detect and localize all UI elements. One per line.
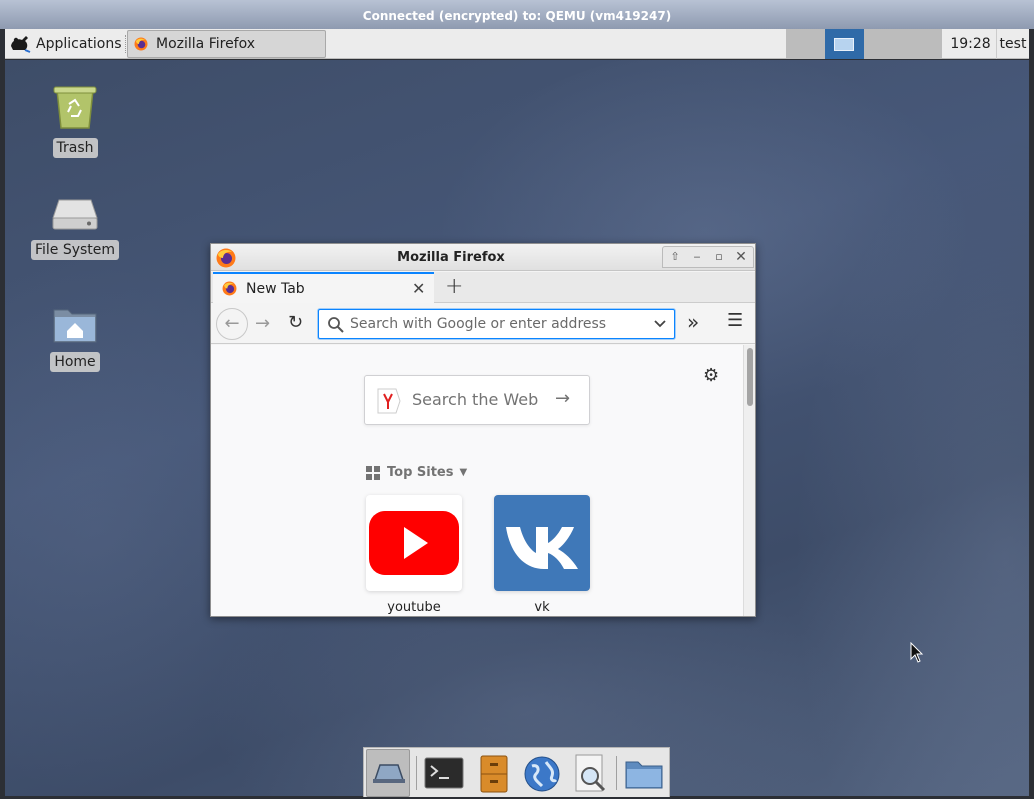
tab-bar: New Tab ✕ + (211, 272, 755, 303)
workspace-2-button[interactable] (825, 29, 864, 59)
scrollbar-thumb[interactable] (747, 348, 753, 406)
window-close-button[interactable]: ✕ (732, 249, 750, 265)
gear-icon[interactable]: ⚙ (703, 365, 719, 386)
window-title: Mozilla Firefox (397, 250, 505, 265)
vk-logo-icon (506, 527, 578, 569)
bottom-dock (363, 747, 670, 797)
applications-menu-button[interactable]: Applications (7, 30, 123, 58)
url-input[interactable] (350, 314, 640, 334)
top-site-tile-vk[interactable] (494, 495, 590, 591)
web-browser-button[interactable] (520, 752, 564, 796)
folder-icon (625, 761, 663, 789)
window-titlebar[interactable]: Mozilla Firefox ⇧ ‒ ▫ ✕ (211, 244, 755, 271)
desktop-icon-trash[interactable]: Trash (30, 84, 120, 158)
overflow-menu-button[interactable]: » (687, 310, 699, 334)
top-sites-label: Top Sites (387, 465, 454, 480)
taskbar-firefox-label: Mozilla Firefox (156, 36, 256, 52)
home-folder-icon (53, 309, 97, 343)
chevron-down-icon[interactable] (653, 317, 667, 331)
dock-separator (416, 756, 417, 790)
workspace-3-button[interactable] (864, 29, 903, 59)
workspace-window-preview (834, 38, 854, 51)
top-site-label: vk (534, 600, 550, 615)
new-tab-button[interactable]: + (445, 274, 463, 299)
top-site-label: youtube (387, 600, 441, 615)
desktop-icon-label: File System (30, 240, 120, 260)
panel-clock[interactable]: 19:28 (945, 29, 997, 59)
top-sites-header[interactable]: Top Sites ▼ (366, 465, 467, 480)
tab-new-tab[interactable]: New Tab ✕ (213, 272, 434, 303)
tab-close-icon[interactable]: ✕ (412, 279, 425, 298)
vnc-title: Connected (encrypted) to: QEMU (vm419247… (362, 9, 672, 23)
desktop-icon-file-system[interactable]: File System (30, 196, 120, 260)
hard-drive-icon (52, 199, 98, 230)
window-minimize-button[interactable]: ‒ (688, 249, 706, 265)
desktop-icon-label: Trash (52, 138, 98, 158)
desktop-icon-label: Home (50, 352, 100, 372)
url-bar[interactable] (318, 309, 675, 339)
terminal-button[interactable] (422, 752, 466, 796)
vnc-title-bar: Connected (encrypted) to: QEMU (vm419247… (0, 0, 1034, 29)
yandex-logo-icon (377, 388, 401, 414)
window-maximize-button[interactable]: ▫ (710, 249, 728, 265)
page-scrollbar[interactable] (743, 345, 755, 616)
file-manager-icon (480, 755, 508, 793)
applications-label: Applications (36, 36, 122, 52)
app-finder-icon (575, 754, 606, 792)
chevron-down-icon: ▼ (459, 467, 468, 478)
navigation-toolbar: ← → ↻ » ☰ (211, 304, 755, 344)
terminal-icon (424, 757, 464, 789)
show-desktop-button[interactable] (366, 749, 410, 797)
grid-icon (366, 465, 380, 480)
search-submit-icon[interactable]: → (555, 388, 570, 409)
folder-button[interactable] (622, 752, 666, 796)
show-desktop-icon (373, 764, 405, 783)
top-panel: Applications Mozilla Firefox 19:28 test (5, 29, 1029, 59)
app-finder-button[interactable] (568, 752, 612, 796)
firefox-icon (134, 37, 148, 51)
firefox-icon (222, 281, 237, 296)
hamburger-menu-button[interactable]: ☰ (727, 310, 743, 331)
workspace-1-button[interactable] (786, 29, 825, 59)
youtube-logo-icon (369, 511, 459, 575)
tab-label: New Tab (246, 280, 305, 297)
file-manager-button[interactable] (472, 752, 516, 796)
search-icon (328, 317, 344, 333)
workspace-4-button[interactable] (903, 29, 942, 59)
search-web-placeholder: Search the Web (412, 390, 539, 409)
new-tab-page: ⚙ Search the Web → Top Sites ▼ youtube v… (211, 345, 743, 616)
trash-icon (53, 86, 97, 129)
window-shade-button[interactable]: ⇧ (666, 249, 684, 265)
panel-user[interactable]: test (997, 29, 1029, 59)
forward-button[interactable]: → (255, 313, 270, 334)
taskbar-firefox-button[interactable]: Mozilla Firefox (127, 30, 326, 58)
dock-separator (616, 756, 617, 790)
top-site-tile-youtube[interactable] (366, 495, 462, 591)
search-web-box[interactable]: Search the Web → (364, 375, 590, 425)
back-button[interactable]: ← (216, 308, 248, 340)
mouse-cursor-icon (910, 642, 924, 663)
firefox-window[interactable]: Mozilla Firefox ⇧ ‒ ▫ ✕ New Tab ✕ + ← → … (210, 243, 756, 617)
desktop-icon-home[interactable]: Home (30, 304, 120, 372)
reload-button[interactable]: ↻ (288, 312, 303, 333)
xfce-mouse-icon (11, 36, 31, 53)
web-browser-icon (524, 756, 560, 792)
